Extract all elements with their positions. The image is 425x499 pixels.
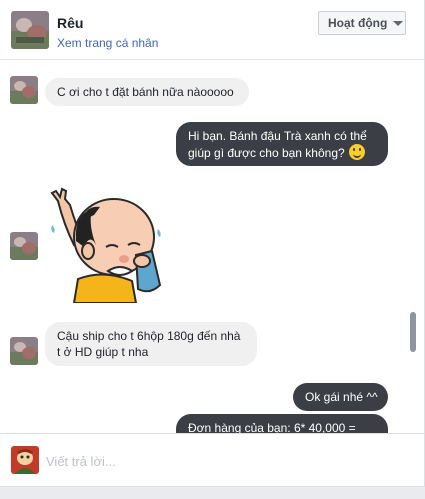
conversation-scrollbar[interactable] bbox=[408, 61, 418, 433]
message-text: Hi bạn. Bánh đậu Trà xanh có thể giúp gì… bbox=[188, 129, 367, 160]
sender-avatar[interactable] bbox=[10, 337, 38, 365]
messenger-chat-window: Rêu Xem trang cá nhân Hoạt động C ơi cho… bbox=[0, 0, 425, 499]
incoming-message-bubble[interactable]: Cậu ship cho t 6hộp 180g đến nhà t ở HD … bbox=[45, 322, 257, 366]
message-list: C ơi cho t đặt bánh nữa nàooooo Hi bạn. … bbox=[0, 61, 408, 433]
window-bottom-bar bbox=[0, 486, 425, 499]
caret-down-icon bbox=[393, 20, 404, 26]
sender-avatar[interactable] bbox=[10, 232, 38, 260]
status-label: Hoạt động bbox=[328, 16, 388, 30]
outgoing-message-bubble[interactable]: Đơn hàng của bạn: 6* 40,000 = bbox=[176, 414, 388, 433]
reply-input[interactable] bbox=[46, 452, 406, 470]
outgoing-message-bubble[interactable]: Hi bạn. Bánh đậu Trà xanh có thể giúp gì… bbox=[176, 122, 388, 166]
chat-header: Rêu Xem trang cá nhân Hoạt động bbox=[0, 0, 424, 60]
sender-avatar[interactable] bbox=[10, 76, 38, 104]
contact-name[interactable]: Rêu bbox=[57, 15, 83, 31]
grinning-face-emoji-icon bbox=[348, 144, 365, 160]
contact-avatar[interactable] bbox=[11, 11, 49, 49]
outgoing-message-bubble[interactable]: Ok gái nhé ^^ bbox=[293, 383, 388, 411]
incoming-message-bubble[interactable]: C ơi cho t đặt bánh nữa nàooooo bbox=[45, 78, 249, 106]
scrollbar-thumb[interactable] bbox=[410, 312, 416, 352]
status-dropdown-button[interactable]: Hoạt động bbox=[318, 11, 406, 35]
crying-bald-man-sticker-icon[interactable] bbox=[44, 185, 164, 304]
my-avatar bbox=[11, 446, 39, 474]
reply-composer bbox=[0, 433, 424, 486]
view-profile-link[interactable]: Xem trang cá nhân bbox=[57, 36, 158, 50]
